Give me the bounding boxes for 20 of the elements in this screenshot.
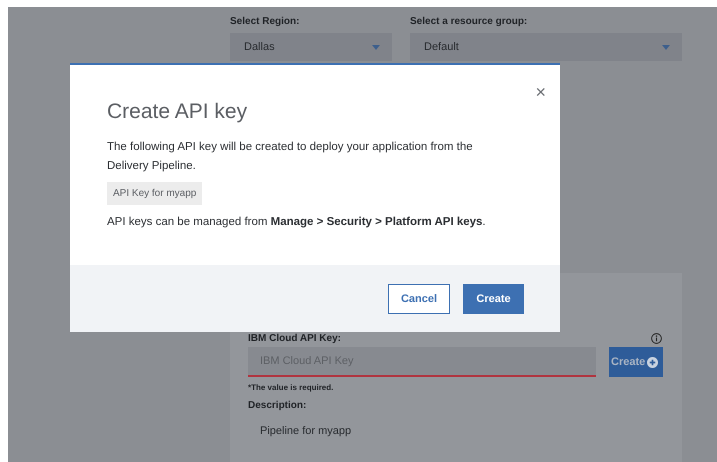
- resource-group-dropdown[interactable]: Default: [410, 33, 682, 61]
- caret-icon: [372, 44, 380, 50]
- caret-icon: [662, 44, 670, 50]
- info-icon[interactable]: [651, 333, 662, 344]
- dialog-note: API keys can be managed from Manage > Security > Platform API keys.: [107, 215, 486, 230]
- api-key-label: IBM Cloud API Key:: [248, 333, 341, 344]
- resource-group-label: Select a resource group:: [410, 16, 528, 27]
- dialog-title: Create API key: [107, 100, 248, 124]
- dialog-text: The following API key will be created to deploy your application from the Delivery Pipeline.: [107, 140, 474, 174]
- region-label: Select Region:: [230, 16, 300, 27]
- close-button[interactable]: ×: [535, 83, 546, 101]
- error-message: *The value is required.: [248, 383, 334, 392]
- region-dropdown[interactable]: Dallas: [230, 33, 392, 61]
- cancel-button[interactable]: Cancel: [388, 284, 450, 314]
- create-key-button[interactable]: Create: [609, 347, 663, 377]
- description-label: Description:: [248, 400, 308, 411]
- key-name-tag: API Key for myapp: [107, 182, 202, 205]
- description-value: Pipeline for myapp: [259, 425, 352, 437]
- plus-icon: [647, 356, 658, 368]
- create-button[interactable]: Create: [463, 284, 524, 314]
